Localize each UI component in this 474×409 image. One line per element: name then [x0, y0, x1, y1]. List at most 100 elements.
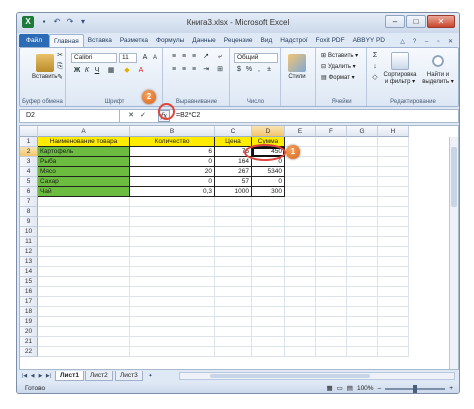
cell-e5[interactable] — [285, 177, 316, 187]
cell-h12[interactable] — [378, 247, 409, 257]
cell-f5[interactable] — [316, 177, 347, 187]
bold-icon[interactable]: Ж — [73, 67, 81, 75]
align-top-icon[interactable]: ≡ — [170, 53, 178, 61]
paste-button[interactable]: Вставить — [32, 54, 57, 80]
column-header-h[interactable]: H — [378, 126, 409, 137]
cell-d7[interactable] — [252, 197, 285, 207]
horizontal-scroll-thumb[interactable] — [210, 374, 370, 378]
cell-h6[interactable] — [378, 187, 409, 197]
cell-h16[interactable] — [378, 287, 409, 297]
merge-center-icon[interactable]: ⊞ — [216, 66, 224, 74]
cell-f6[interactable] — [316, 187, 347, 197]
cell-f20[interactable] — [316, 327, 347, 337]
cell-b14[interactable] — [130, 267, 215, 277]
row-header-16[interactable]: 16 — [20, 287, 38, 297]
row-header-14[interactable]: 14 — [20, 267, 38, 277]
percent-icon[interactable]: % — [245, 66, 253, 74]
cell-f2[interactable] — [316, 147, 347, 157]
cell-g13[interactable] — [347, 257, 378, 267]
new-sheet-icon[interactable]: ✦ — [147, 372, 154, 380]
cell-d8[interactable] — [252, 207, 285, 217]
cell-e15[interactable] — [285, 277, 316, 287]
vertical-scrollbar[interactable] — [449, 137, 458, 369]
cell-d11[interactable] — [252, 237, 285, 247]
row-header-8[interactable]: 8 — [20, 207, 38, 217]
cut-icon[interactable]: ✂ — [56, 52, 64, 60]
cell-h13[interactable] — [378, 257, 409, 267]
zoom-slider-knob[interactable] — [413, 385, 418, 393]
cell-g17[interactable] — [347, 297, 378, 307]
row-header-17[interactable]: 17 — [20, 297, 38, 307]
column-header-d[interactable]: D — [252, 126, 285, 137]
formula-input[interactable]: =B2*C2 — [176, 110, 200, 122]
cell-g15[interactable] — [347, 277, 378, 287]
borders-icon[interactable]: ▦ — [107, 67, 115, 75]
select-all-corner[interactable] — [20, 126, 38, 137]
sheet-tab-3[interactable]: Лист3 — [115, 371, 143, 381]
cell-e21[interactable] — [285, 337, 316, 347]
cell-b12[interactable] — [130, 247, 215, 257]
cell-f9[interactable] — [316, 217, 347, 227]
row-header-22[interactable]: 22 — [20, 347, 38, 357]
underline-icon[interactable]: Ч — [93, 67, 101, 75]
cell-c6[interactable]: 1000 — [215, 187, 252, 197]
row-header-2[interactable]: 2 — [20, 147, 38, 157]
cell-c18[interactable] — [215, 307, 252, 317]
row-header-4[interactable]: 4 — [20, 167, 38, 177]
tab-abbyy-pdf[interactable]: ABBYY PD — [349, 34, 389, 47]
column-header-a[interactable]: A — [38, 126, 130, 137]
zoom-out-icon[interactable]: – — [378, 383, 382, 393]
sort-filter-button[interactable]: Сортировка и фильтр ▾ — [382, 52, 418, 85]
zoom-level[interactable]: 100% — [357, 383, 374, 393]
cell-h21[interactable] — [378, 337, 409, 347]
cell-c5[interactable]: 57 — [215, 177, 252, 187]
cell-a7[interactable] — [38, 197, 130, 207]
cell-f10[interactable] — [316, 227, 347, 237]
help-icon[interactable]: ? — [410, 38, 419, 47]
cell-d22[interactable] — [252, 347, 285, 357]
cell-h9[interactable] — [378, 217, 409, 227]
cell-e4[interactable] — [285, 167, 316, 177]
cell-h4[interactable] — [378, 167, 409, 177]
cell-b17[interactable] — [130, 297, 215, 307]
cell-a17[interactable] — [38, 297, 130, 307]
cell-e12[interactable] — [285, 247, 316, 257]
first-sheet-icon[interactable]: |◀ — [21, 372, 28, 380]
cell-a18[interactable] — [38, 307, 130, 317]
cell-h19[interactable] — [378, 317, 409, 327]
cell-d9[interactable] — [252, 217, 285, 227]
cell-g20[interactable] — [347, 327, 378, 337]
row-header-18[interactable]: 18 — [20, 307, 38, 317]
tab-insert[interactable]: Вставка — [84, 34, 116, 47]
cell-d16[interactable] — [252, 287, 285, 297]
cell-f22[interactable] — [316, 347, 347, 357]
cell-f12[interactable] — [316, 247, 347, 257]
thousands-icon[interactable]: , — [255, 66, 263, 74]
cell-f7[interactable] — [316, 197, 347, 207]
cell-c20[interactable] — [215, 327, 252, 337]
cell-e10[interactable] — [285, 227, 316, 237]
cell-h15[interactable] — [378, 277, 409, 287]
cell-b10[interactable] — [130, 227, 215, 237]
cell-b8[interactable] — [130, 207, 215, 217]
cell-b21[interactable] — [130, 337, 215, 347]
currency-icon[interactable]: $ — [235, 66, 243, 74]
enter-formula-icon[interactable]: ✓ — [139, 112, 147, 120]
column-header-g[interactable]: G — [347, 126, 378, 137]
row-header-11[interactable]: 11 — [20, 237, 38, 247]
cell-b22[interactable] — [130, 347, 215, 357]
row-header-5[interactable]: 5 — [20, 177, 38, 187]
cell-g21[interactable] — [347, 337, 378, 347]
tab-review[interactable]: Рецензие — [220, 34, 257, 47]
cell-b9[interactable] — [130, 217, 215, 227]
cell-a21[interactable] — [38, 337, 130, 347]
cell-f11[interactable] — [316, 237, 347, 247]
cell-d13[interactable] — [252, 257, 285, 267]
fill-icon[interactable]: ↓ — [371, 63, 379, 71]
cell-a22[interactable] — [38, 347, 130, 357]
cell-b2[interactable]: 6 — [130, 147, 215, 157]
cell-f13[interactable] — [316, 257, 347, 267]
cell-h22[interactable] — [378, 347, 409, 357]
tab-formulas[interactable]: Формулы — [152, 34, 188, 47]
cell-g3[interactable] — [347, 157, 378, 167]
